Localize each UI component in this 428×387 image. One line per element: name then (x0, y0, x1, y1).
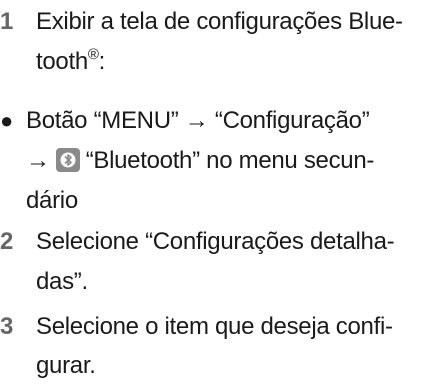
bullet-text-line2: → “Bluetooth” no menu secun- (26, 141, 374, 181)
step-text-continuation: gurar. (36, 352, 96, 379)
arrow: → (26, 147, 50, 174)
step-text: Selecione o item que deseja confi- (36, 313, 393, 340)
bluetooth-icon (55, 148, 80, 172)
step-text: Exibir a tela de configurações Blue- (36, 8, 403, 35)
bullet-text: Botão “MENU” → “Configuração” (26, 107, 370, 134)
step-number: 2 (0, 228, 14, 255)
step-number: 1 (0, 8, 14, 35)
bullet-icon: ● (0, 108, 13, 133)
bullet-text-line3: dário (26, 187, 78, 214)
step-text-continuation: tooth®: (36, 42, 105, 82)
tooth-text: tooth (36, 48, 88, 75)
step-number: 3 (0, 313, 14, 340)
step-text: Selecione “Configurações detalha- (36, 228, 395, 255)
colon: : (98, 48, 106, 75)
step-text-continuation: das”. (36, 268, 88, 295)
registered-mark: ® (87, 46, 99, 63)
bluetooth-menu-text: “Bluetooth” no menu secun- (85, 147, 375, 174)
